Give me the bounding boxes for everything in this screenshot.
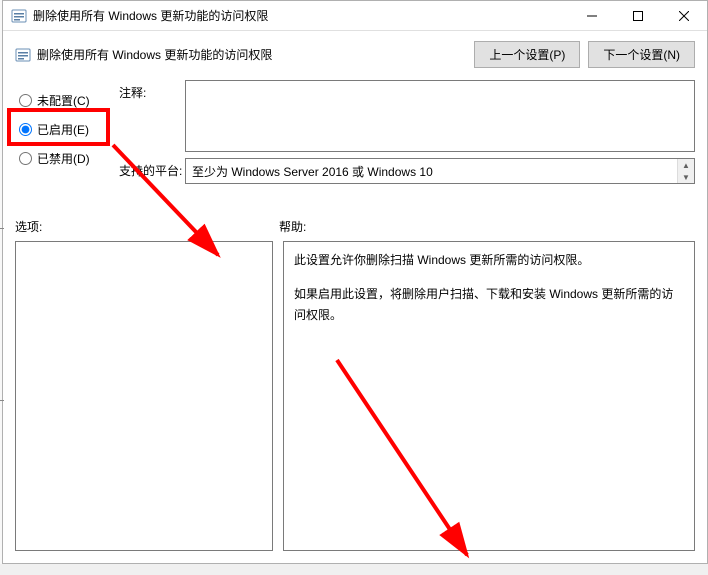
close-button[interactable]	[661, 1, 707, 31]
scroll-up-icon: ▲	[678, 159, 694, 171]
platform-value: 至少为 Windows Server 2016 或 Windows 10	[192, 163, 433, 180]
header-row: 删除使用所有 Windows 更新功能的访问权限 上一个设置(P) 下一个设置(…	[3, 31, 707, 76]
maximize-button[interactable]	[615, 1, 661, 31]
minimize-button[interactable]	[569, 1, 615, 31]
state-radio-group: 未配置(C) 已启用(E) 已禁用(D)	[15, 80, 119, 190]
dialog-window: 删除使用所有 Windows 更新功能的访问权限 删除使用所有 Windows …	[2, 0, 708, 564]
options-label: 选项:	[15, 218, 279, 235]
help-text: 此设置允许你删除扫描 Windows 更新所需的访问权限。 如果启用此设置，将删…	[284, 242, 694, 347]
radio-disabled[interactable]: 已禁用(D)	[15, 144, 119, 173]
policy-title: 删除使用所有 Windows 更新功能的访问权限	[37, 46, 474, 63]
radio-disabled-input[interactable]	[19, 152, 32, 165]
policy-icon	[11, 8, 27, 24]
radio-label: 已启用(E)	[37, 121, 89, 138]
radio-not-configured[interactable]: 未配置(C)	[15, 86, 119, 115]
help-pane[interactable]: 此设置允许你删除扫描 Windows 更新所需的访问权限。 如果启用此设置，将删…	[283, 241, 695, 551]
scroll-down-icon: ▼	[678, 171, 694, 183]
window-title: 删除使用所有 Windows 更新功能的访问权限	[33, 7, 569, 24]
radio-enabled-input[interactable]	[19, 123, 32, 136]
help-label: 帮助:	[279, 218, 306, 235]
help-paragraph: 如果启用此设置，将删除用户扫描、下载和安装 Windows 更新所需的访问权限。	[294, 284, 684, 325]
supported-platform-box: 至少为 Windows Server 2016 或 Windows 10 ▲ ▼	[185, 158, 695, 184]
radio-label: 已禁用(D)	[37, 150, 90, 167]
next-setting-button[interactable]: 下一个设置(N)	[588, 41, 695, 68]
platform-label: 支持的平台:	[119, 158, 185, 184]
comment-textarea[interactable]	[185, 80, 695, 152]
prev-setting-button[interactable]: 上一个设置(P)	[474, 41, 580, 68]
radio-label: 未配置(C)	[37, 92, 90, 109]
policy-icon	[15, 47, 31, 63]
radio-not-configured-input[interactable]	[19, 94, 32, 107]
comment-label: 注释:	[119, 80, 185, 152]
help-paragraph: 此设置允许你删除扫描 Windows 更新所需的访问权限。	[294, 250, 684, 270]
scrollbar[interactable]: ▲ ▼	[677, 159, 694, 183]
titlebar: 删除使用所有 Windows 更新功能的访问权限	[3, 1, 707, 31]
radio-enabled[interactable]: 已启用(E)	[15, 115, 119, 144]
options-pane[interactable]	[15, 241, 273, 551]
